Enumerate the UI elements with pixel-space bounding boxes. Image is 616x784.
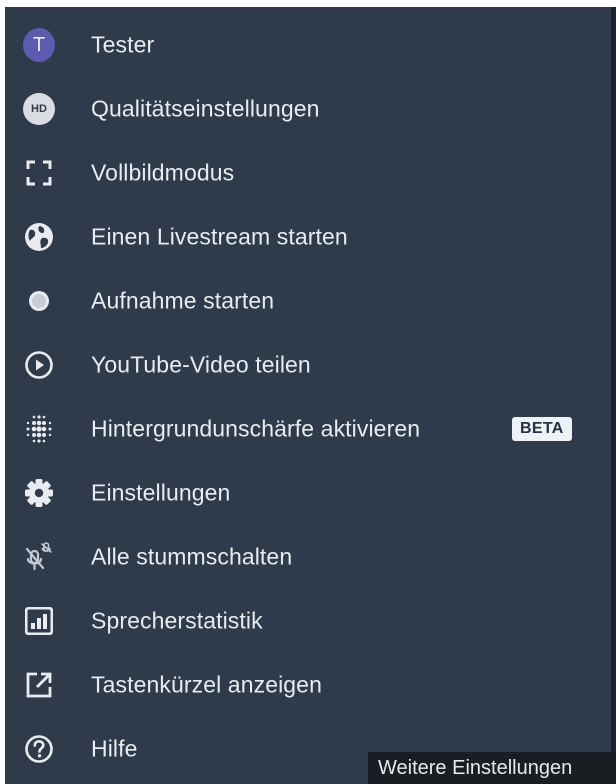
menu-item-label: Einstellungen bbox=[91, 479, 231, 506]
avatar: T bbox=[23, 28, 55, 62]
more-settings-tooltip: Weitere Einstellungen bbox=[368, 752, 616, 784]
menu-item-label: Einen Livestream starten bbox=[91, 223, 348, 250]
mute-all-icon bbox=[23, 541, 55, 573]
menu-item-label: YouTube-Video teilen bbox=[91, 351, 311, 378]
play-circle-icon bbox=[23, 349, 55, 381]
menu-item-youtube[interactable]: YouTube-Video teilen bbox=[5, 333, 611, 397]
menu-item-label: Tester bbox=[91, 31, 155, 58]
menu-item-label: Hintergrundunschärfe aktivieren bbox=[91, 415, 421, 442]
menu-item-label: Alle stummschalten bbox=[91, 543, 293, 570]
hd-icon: HD bbox=[23, 93, 55, 125]
menu-item-quality[interactable]: HD Qualitätseinstellungen bbox=[5, 77, 611, 141]
menu-item-label: Vollbildmodus bbox=[91, 159, 235, 186]
menu-item-settings[interactable]: Einstellungen bbox=[5, 461, 611, 525]
menu-item-label: Hilfe bbox=[91, 735, 138, 762]
beta-badge: BETA bbox=[512, 417, 572, 441]
help-icon bbox=[23, 733, 55, 765]
menu-item-recording[interactable]: Aufnahme starten bbox=[5, 269, 611, 333]
avatar-icon: T bbox=[23, 28, 55, 62]
menu-item-mute-all[interactable]: Alle stummschalten bbox=[5, 525, 611, 589]
menu-item-livestream[interactable]: Einen Livestream starten bbox=[5, 205, 611, 269]
menu-item-profile[interactable]: T Tester bbox=[5, 13, 611, 77]
menu-item-background-blur[interactable]: Hintergrundunschärfe aktivieren BETA bbox=[5, 397, 611, 461]
blur-dots-icon bbox=[23, 413, 55, 445]
fullscreen-icon bbox=[23, 157, 55, 189]
menu-item-label: Qualitätseinstellungen bbox=[91, 95, 320, 122]
more-settings-menu: T Tester HD Qualitätseinstellungen Vollb… bbox=[5, 7, 611, 784]
hd-badge: HD bbox=[23, 93, 55, 125]
gear-icon bbox=[23, 477, 55, 509]
menu-item-fullscreen[interactable]: Vollbildmodus bbox=[5, 141, 611, 205]
menu-item-label: Aufnahme starten bbox=[91, 287, 275, 314]
record-icon bbox=[23, 285, 55, 317]
menu-item-shortcuts[interactable]: Tastenkürzel anzeigen bbox=[5, 653, 611, 717]
menu-item-label: Sprecherstatistik bbox=[91, 607, 263, 634]
speaker-stats-icon bbox=[23, 605, 55, 637]
menu-item-speaker-stats[interactable]: Sprecherstatistik bbox=[5, 589, 611, 653]
globe-icon bbox=[23, 221, 55, 253]
menu-item-label: Tastenkürzel anzeigen bbox=[91, 671, 322, 698]
page: T Tester HD Qualitätseinstellungen Vollb… bbox=[0, 0, 616, 784]
external-link-icon bbox=[23, 669, 55, 701]
